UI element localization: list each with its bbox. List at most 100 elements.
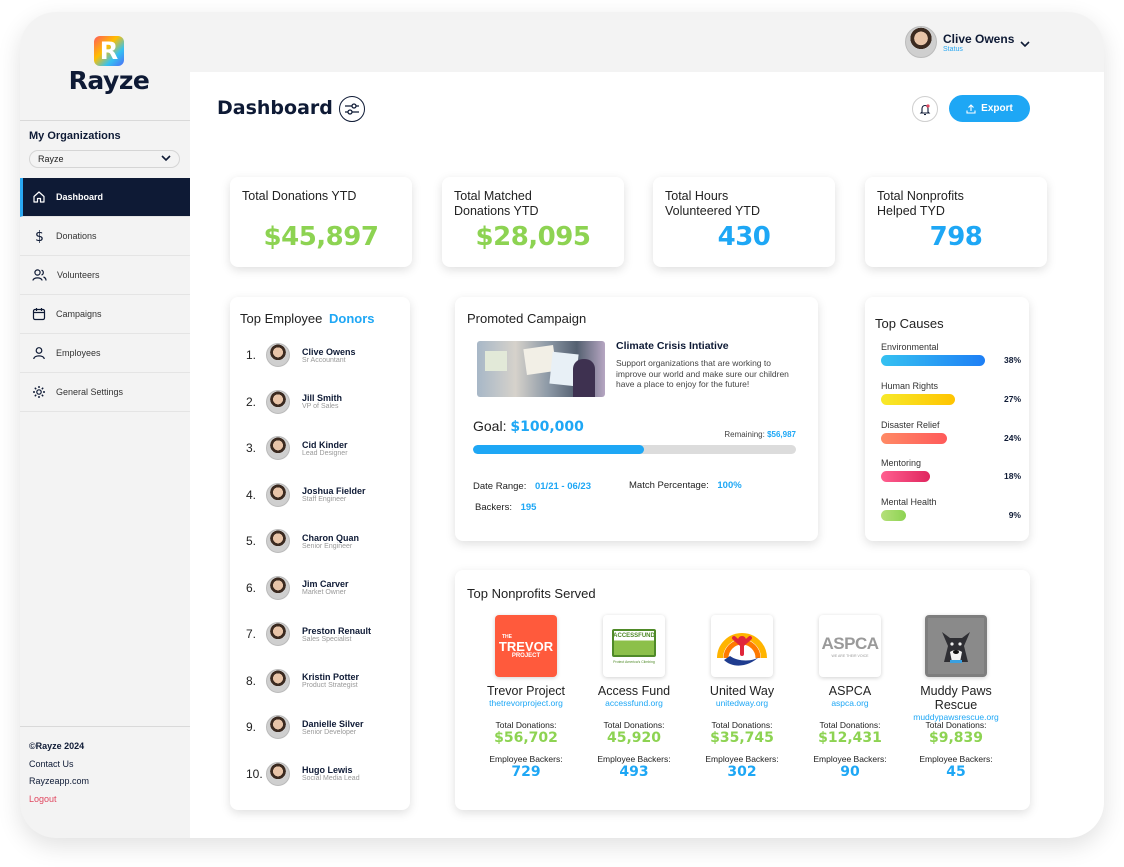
logout-link[interactable]: Logout: [29, 791, 89, 809]
nonprofit-item-access-fund[interactable]: ACCESSFUND Protect America's Climbing Ac…: [581, 615, 687, 780]
cause-bar: [881, 432, 947, 444]
donor-name: Clive Owens: [302, 346, 356, 357]
chevron-down-icon: [161, 155, 171, 162]
donor-list-item[interactable]: 7. Preston Renault Sales Specialist: [246, 620, 371, 648]
sidebar-item-donations[interactable]: $ Donations: [20, 217, 190, 256]
donor-list-item[interactable]: 10. Hugo Lewis Social Media Lead: [246, 760, 360, 788]
sidebar-item-campaigns[interactable]: Campaigns: [20, 295, 190, 334]
donor-role: Staff Engineer: [302, 496, 347, 503]
avatar: [266, 436, 290, 460]
sidebar-footer: ©Rayze 2024 Contact Us Rayzeapp.com Logo…: [29, 738, 89, 808]
user-menu[interactable]: Clive Owens Status: [905, 26, 1030, 58]
donor-name: Cid Kinder: [302, 439, 348, 450]
cause-percentage: 38%: [1003, 355, 1021, 365]
avatar: [266, 575, 290, 600]
top-causes-card: Top Causes Environmental 38% Human Rights 2…: [865, 297, 1029, 541]
campaign-goal: Goal: $100,000: [473, 418, 584, 435]
nonprofit-url[interactable]: thetrevorproject.org: [473, 698, 579, 708]
sidebar-item-employees[interactable]: Employees: [20, 334, 190, 373]
sidebar-item-general-settings[interactable]: General Settings: [20, 373, 190, 412]
sidebar-item-volunteers[interactable]: Volunteers: [20, 256, 190, 295]
notifications-button[interactable]: [912, 96, 938, 122]
avatar: [266, 389, 290, 414]
stat-label: Total Matched Donations YTD: [454, 189, 539, 218]
united-way-logo: [711, 615, 773, 677]
website-link[interactable]: Rayzeapp.com: [29, 773, 89, 791]
cause-bar: [881, 471, 930, 483]
protest-sign-shape: [485, 351, 507, 371]
campaign-progress-bar: [473, 445, 796, 454]
cause-bar: [881, 510, 906, 522]
sidebar-item-label: Dashboard: [56, 192, 104, 202]
donations-label: Total Donations:: [819, 720, 881, 730]
match-label: Match Percentage:: [629, 480, 709, 491]
sidebar-item-dashboard[interactable]: Dashboard: [20, 178, 190, 217]
organization-select-value: Rayze: [38, 154, 64, 164]
date-range-value: 01/21 - 06/23: [534, 481, 591, 492]
donations-label: Total Donations:: [603, 720, 665, 730]
brand-logo[interactable]: R Rayze: [64, 36, 154, 95]
donor-list-item[interactable]: 2. Jill Smith VP of Sales: [246, 388, 342, 416]
filter-button[interactable]: [339, 96, 365, 122]
donor-list-item[interactable]: 6. Jim Carver Market Owner: [246, 574, 349, 602]
donor-name: Charon Quan: [302, 532, 360, 543]
cause-label: Human Rights: [881, 380, 939, 391]
person-silhouette: [573, 359, 595, 397]
trevor-project-logo: THE TREVOR PROJECT: [495, 615, 557, 677]
donor-list-item[interactable]: 3. Cid Kinder Lead Designer: [246, 434, 348, 462]
brand-name: Rayze: [68, 66, 150, 95]
nonprofit-url[interactable]: unitedway.org: [689, 698, 795, 708]
stat-value: $28,095: [475, 222, 591, 252]
campaign-match-percentage: Match Percentage: 100%: [629, 480, 742, 491]
cause-percentage: 27%: [1003, 393, 1021, 404]
donor-list-item[interactable]: 8. Kristin Potter Product Strategist: [246, 667, 359, 695]
donations-value: $35,745: [710, 730, 774, 746]
donor-list-item[interactable]: 4. Joshua Fielder Staff Engineer: [246, 481, 366, 509]
donor-role: Social Media Lead: [302, 775, 360, 782]
nonprofit-item-aspca[interactable]: ASPCA WE ARE THEIR VOICE ASPCA aspca.org…: [797, 615, 903, 780]
backers-value: 302: [727, 764, 757, 780]
bell-icon: [919, 103, 931, 115]
donations-label: Total Donations:: [495, 720, 557, 730]
card-title: Promoted Campaign: [467, 311, 587, 326]
campaign-description: Support organizations that are working t…: [616, 358, 789, 389]
cause-item: Mental Health 9%: [881, 497, 1021, 522]
donor-name: Joshua Fielder: [302, 486, 366, 496]
goal-label: Goal:: [473, 418, 507, 434]
donor-rank: 9.: [246, 720, 257, 734]
export-button[interactable]: Export: [949, 95, 1030, 122]
organization-select[interactable]: Rayze: [29, 150, 180, 168]
donations-value: $56,702: [494, 730, 558, 746]
contact-us-link[interactable]: Contact Us: [29, 756, 89, 774]
stat-card-nonprofits-helped: Total Nonprofits Helped TYD 798: [865, 177, 1047, 267]
donor-list-item[interactable]: 9. Danielle Silver Senior Developer: [246, 713, 364, 741]
match-value: 100%: [717, 480, 742, 491]
campaign-name: Climate Crisis Intiative: [616, 340, 729, 352]
donations-label: Total Donations:: [711, 720, 773, 730]
avatar: [266, 715, 290, 739]
cause-percentage: 24%: [1003, 432, 1021, 443]
nonprofit-item-muddy-paws-rescue[interactable]: Muddy Paws Rescue muddypawsrescue.org To…: [903, 615, 1009, 780]
donations-value: 45,920: [606, 730, 662, 746]
nonprofit-url[interactable]: accessfund.org: [581, 698, 687, 708]
donor-list-item[interactable]: 1. Clive Owens Sr Accountant: [246, 341, 356, 369]
nonprofit-url[interactable]: aspca.org: [797, 698, 903, 708]
stat-label: Total Donations YTD: [242, 189, 357, 203]
access-fund-logo: ACCESSFUND Protect America's Climbing: [603, 615, 665, 677]
donor-rank: 8.: [246, 673, 257, 688]
nonprofit-item-trevor-project[interactable]: THE TREVOR PROJECT Trevor Project thetre…: [473, 615, 579, 780]
nonprofit-item-united-way[interactable]: United Way unitedway.org Total Donations…: [689, 615, 795, 780]
donor-rank: 10.: [246, 766, 263, 781]
user-name: Clive Owens: [943, 31, 1015, 46]
card-title: Top Causes: [875, 316, 944, 331]
sidebar-item-label: Campaigns: [56, 309, 102, 319]
copyright-text: ©Rayze 2024: [29, 741, 85, 751]
sidebar: R Rayze My Organizations Rayze Dashboard…: [20, 12, 190, 838]
donor-list-item[interactable]: 5. Charon Quan Senior Engineer: [246, 527, 359, 555]
promoted-campaign-card[interactable]: Promoted Campaign Climate Crisis Intiati…: [455, 297, 818, 541]
donor-rank: 3.: [246, 441, 257, 455]
cause-item: Mentoring 18%: [881, 458, 1021, 483]
donor-rank: 6.: [246, 580, 257, 595]
donor-rank: 2.: [246, 394, 257, 409]
backers-label: Backers:: [475, 502, 512, 513]
